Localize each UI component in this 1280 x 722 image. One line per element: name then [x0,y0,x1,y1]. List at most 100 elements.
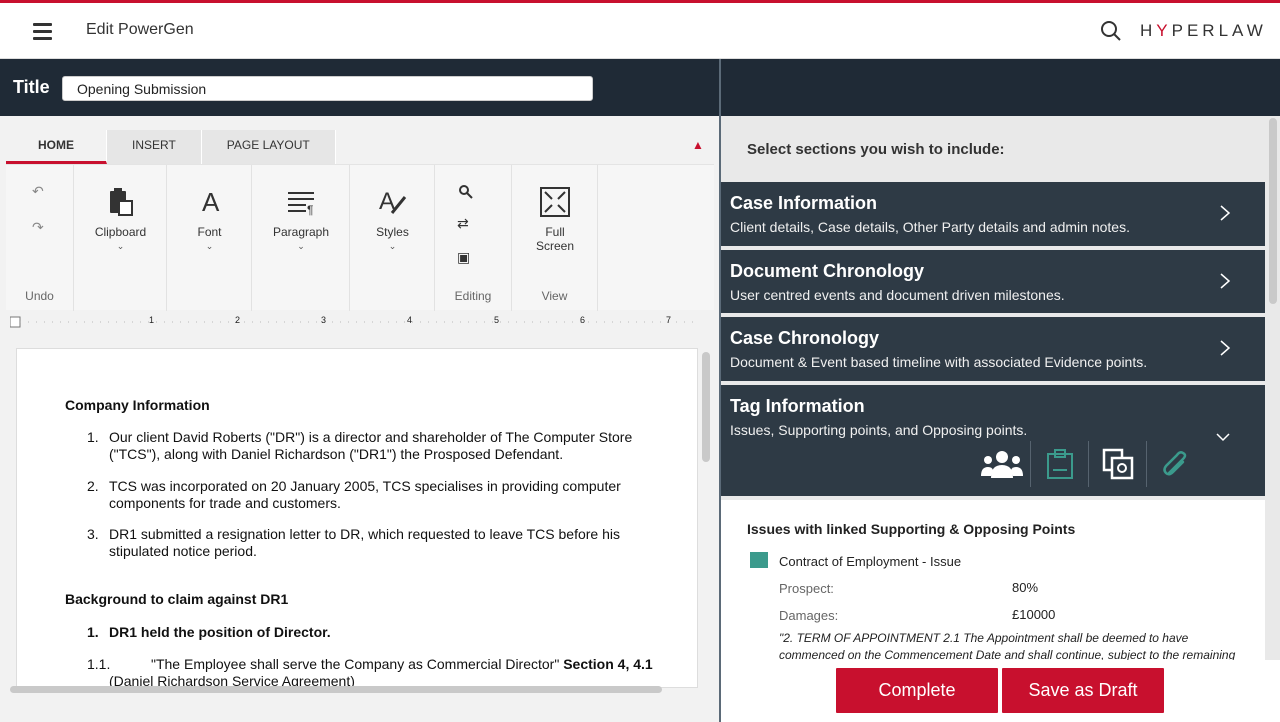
chevron-down-icon: ⌄ [205,241,214,251]
title-bar: Title [0,59,720,116]
undo-icon[interactable]: ↶ [32,183,44,200]
panel-scrollbar[interactable] [1269,118,1277,304]
section-case-information[interactable]: Case Information Client details, Case de… [721,182,1265,246]
tab-insert[interactable]: INSERT [107,130,202,164]
clipboard-list-icon[interactable] [1031,441,1089,487]
view-label: View [541,289,568,303]
styles-button[interactable]: A Styles ⌄ [350,187,435,252]
find-icon[interactable] [459,185,473,199]
styles-label: Styles [376,225,409,239]
view-group: Full Screen View [512,165,598,311]
paragraph-label: Paragraph [272,225,330,239]
section-title: Document Chronology [730,261,924,281]
search-icon[interactable] [1100,20,1122,42]
ruler-mark: 1 [149,315,155,325]
section-desc: Client details, Case details, Other Part… [730,219,1130,235]
chevron-down-icon [1216,433,1230,442]
list-text: DR1 held the position of Director. [109,624,331,640]
save-draft-button[interactable]: Save as Draft [1002,668,1164,713]
action-footer: Complete Save as Draft [721,660,1280,722]
clipboard-button[interactable]: Clipboard ⌄ [74,187,167,252]
undo-label: Undo [25,289,54,303]
undo-group: ↶ ↷ Undo [6,165,74,311]
full-screen-label-1: Full [545,225,565,239]
damages-label: Damages: [779,608,839,623]
prospect-label: Prospect: [779,581,834,596]
editing-label: Editing [454,289,492,303]
ruler-mark: 7 [666,315,672,325]
ruler-ticks [9,316,700,328]
title-label: Title [13,77,50,97]
full-screen-icon [540,187,570,217]
font-group: A Font ⌄ [167,165,252,311]
complete-button[interactable]: Complete [836,668,998,713]
paragraph-group: ¶ Paragraph ⌄ [252,165,350,311]
document-area: Company Information 1. Our client David … [6,340,714,698]
people-icon[interactable] [973,441,1031,487]
chevron-down-icon: ⌄ [297,241,305,251]
section-tag-information[interactable]: Tag Information Issues, Supporting point… [721,385,1265,496]
document-vertical-scrollbar[interactable] [702,352,710,462]
section-case-chronology[interactable]: Case Chronology Document & Event based t… [721,317,1265,381]
list-number: 1. [87,429,99,445]
section-title: Case Chronology [730,328,880,348]
ruler-mark: 5 [494,315,500,325]
brand-logo: HYPERLAW [1140,21,1267,40]
collapse-ribbon-icon[interactable]: ▲ [692,138,704,152]
section-desc: User centred events and document driven … [730,287,1065,303]
ruler[interactable]: 1 2 3 4 5 6 7 [9,315,710,329]
font-icon: A [202,187,220,217]
clipboard-group: Clipboard ⌄ [74,165,167,311]
ribbon-toolbar: ↶ ↷ Undo Clipboard ⌄ A Font ⌄ ¶ Paragrap… [6,164,714,311]
full-screen-button[interactable]: Full Screen [512,187,598,253]
issues-list: Issues with linked Supporting & Opposing… [721,500,1265,660]
list-text: Our client David Roberts ("DR") is a dir… [109,429,633,462]
heading-background: Background to claim against DR1 [65,591,289,607]
attachment-icon[interactable] [1147,441,1205,487]
sections-panel: Select sections you wish to include: Cas… [721,116,1280,722]
ruler-mark: 3 [321,315,327,325]
ruler-mark: 4 [407,315,413,325]
section-document-chronology[interactable]: Document Chronology User centred events … [721,250,1265,313]
styles-icon: A [379,188,406,215]
issues-header: Issues with linked Supporting & Opposing… [747,521,1076,537]
issue-name[interactable]: Contract of Employment - Issue [779,554,961,569]
app-title: Edit PowerGen [86,21,194,38]
list-number: 1. [87,624,99,640]
document-page[interactable]: Company Information 1. Our client David … [16,348,698,688]
paragraph-button[interactable]: ¶ Paragraph ⌄ [252,187,350,252]
list-number: 3. [87,526,99,542]
section-title: Case Information [730,193,878,213]
clause-line: "The Employee shall serve the Company as… [151,656,653,673]
clipboard-icon [109,188,133,216]
tab-home[interactable]: HOME [6,130,107,164]
issue-color-swatch[interactable] [750,552,768,568]
ribbon-tabs: HOME INSERT PAGE LAYOUT [6,130,336,164]
section-desc: Document & Event based timeline with ass… [730,354,1148,370]
font-button[interactable]: A Font ⌄ [167,187,252,252]
redo-icon[interactable]: ↷ [32,219,44,236]
ruler-mark: 6 [580,315,586,325]
svg-text:¶: ¶ [307,203,313,217]
section-desc: Issues, Supporting points, and Opposing … [730,422,1028,438]
menu-icon[interactable] [33,23,52,40]
tab-page-layout[interactable]: PAGE LAYOUT [201,130,336,164]
editor-pane: HOME INSERT PAGE LAYOUT ▲ ↶ ↷ Undo Clipb… [0,116,719,722]
chevron-right-icon [1220,340,1231,356]
list-number: 2. [87,478,99,494]
chevron-down-icon: ⌄ [388,241,397,251]
paragraph-icon: ¶ [288,192,314,217]
section-title: Tag Information [730,396,865,416]
clipboard-label: Clipboard [94,225,147,239]
chevron-down-icon: ⌄ [116,241,125,251]
select-icon[interactable]: ▣ [457,249,470,266]
replace-icon[interactable]: ⇄ [457,215,469,232]
title-input[interactable] [62,76,593,101]
chevron-right-icon [1220,205,1231,221]
document-horizontal-scrollbar[interactable] [10,686,662,693]
copy-document-icon[interactable] [1089,441,1147,487]
list-text: TCS was incorporated on 20 January 2005,… [109,478,621,511]
clause-ref: Section 4, 4.1 [563,656,653,672]
right-header-bar [721,59,1280,116]
damages-value: £10000 [1012,607,1056,622]
